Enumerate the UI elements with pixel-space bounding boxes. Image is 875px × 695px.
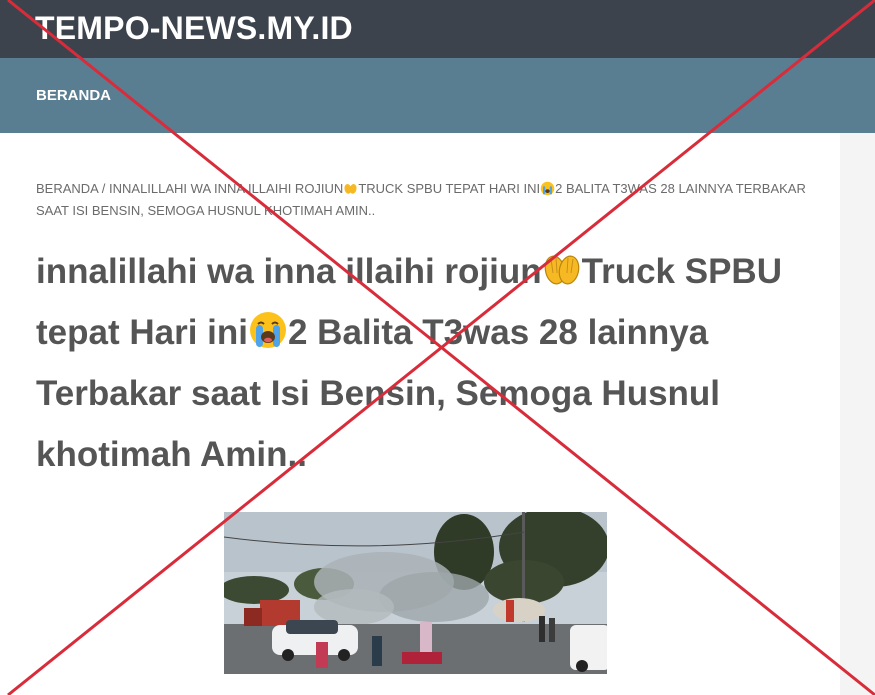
article-photo[interactable] [224,512,607,674]
breadcrumb-current-part1: INNALILLAHI WA INNA ILLAIHI ROJIUN [109,181,344,196]
raised-hands-icon [544,255,579,285]
nav-item-beranda[interactable]: BERANDA [36,87,111,104]
crying-face-icon [249,312,286,348]
article-title-part1: innalillahi wa inna illaihi rojiun [36,252,542,291]
raised-hands-icon [344,184,357,194]
site-header: TEMPO-NEWS.MY.ID [0,0,875,58]
breadcrumb: BERANDA / INNALILLAHI WA INNA ILLAIHI RO… [36,178,806,222]
sidebar-strip [840,133,875,695]
breadcrumb-home[interactable]: BERANDA [36,181,98,196]
article-content: BERANDA / INNALILLAHI WA INNA ILLAIHI RO… [0,133,840,695]
article-title: innalillahi wa inna illaihi rojiun Truck… [36,241,806,485]
main-nav: BERANDA [0,58,875,133]
site-title[interactable]: TEMPO-NEWS.MY.ID [35,10,353,47]
crying-face-icon [540,181,555,196]
breadcrumb-current-part2: TRUCK SPBU TEPAT HARI INI [358,181,541,196]
breadcrumb-separator: / [101,181,106,196]
